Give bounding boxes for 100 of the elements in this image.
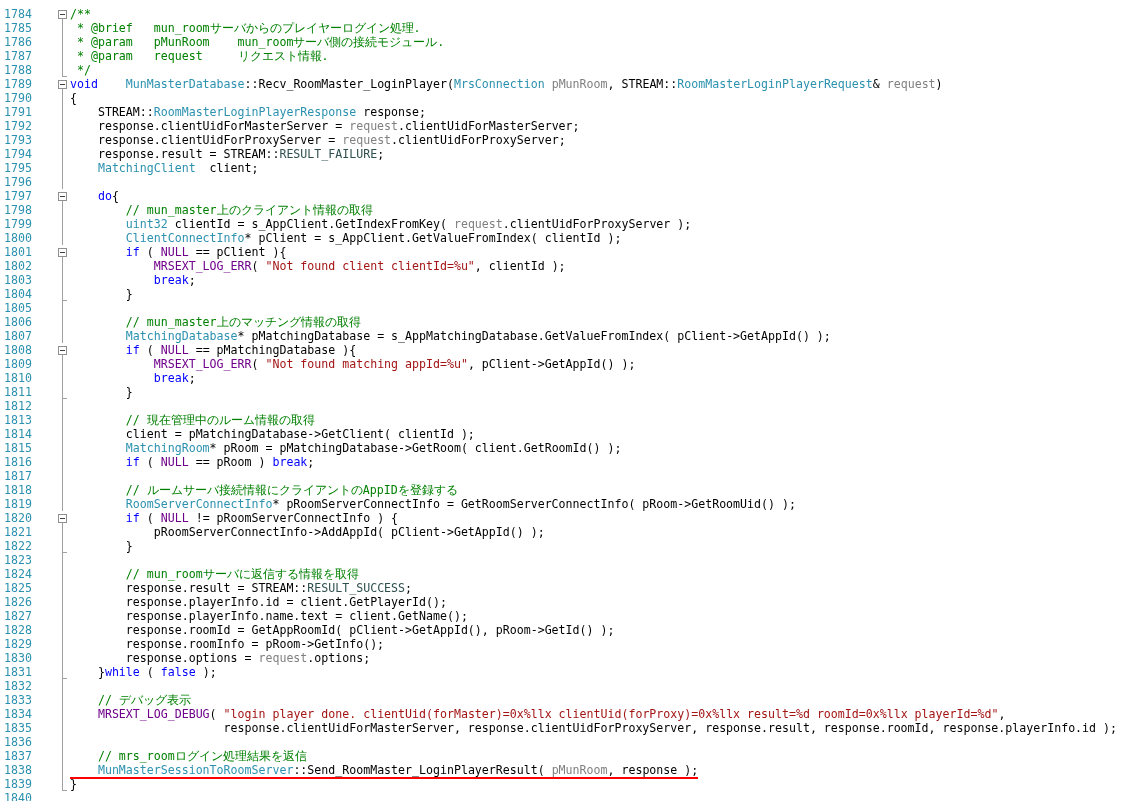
code-line: MatchingRoom* pRoom = pMatchingDatabase->GetRoom( client.GetRoomId() ); xyxy=(124,441,622,455)
code-line: if ( NULL != pRoomServerConnectInfo ) { xyxy=(124,511,399,525)
line-number: 1813 xyxy=(3,413,33,427)
code-line: if ( NULL == pRoom ) break; xyxy=(124,455,315,469)
line-number: 1831 xyxy=(3,665,33,679)
code-line: // mun_roomサーバに返信する情報を取得 xyxy=(124,567,359,581)
line-number: 1811 xyxy=(3,385,33,399)
code-line: response.roomId = GetAppRoomId( pClient->GetAppId(), pRoom->GetId() ); xyxy=(124,623,615,637)
line-number: 1820 xyxy=(3,511,33,525)
code-line: response.roomInfo = pRoom->GetInfo(); xyxy=(124,637,385,651)
line-number: 1815 xyxy=(3,441,33,455)
code-line: } xyxy=(124,539,133,553)
code-line: { xyxy=(70,91,77,105)
line-number: 1821 xyxy=(3,525,33,539)
code-line: }while ( false ); xyxy=(96,665,217,679)
line-number: 1833 xyxy=(3,693,33,707)
line-number: 1809 xyxy=(3,357,33,371)
code-line: ClientConnectInfo* pClient = s_AppClient.GetValueFromIndex( clientId ); xyxy=(124,231,622,245)
line-number: 1794 xyxy=(3,147,33,161)
line-number: 1793 xyxy=(3,133,33,147)
code-line: * @param request リクエスト情報. xyxy=(75,49,329,63)
line-number: 1834 xyxy=(3,707,33,721)
collapse-icon[interactable] xyxy=(58,192,67,201)
code-line: } xyxy=(70,777,77,791)
code-line: } xyxy=(124,385,133,399)
line-number: 1799 xyxy=(3,217,33,231)
code-line: void MunMasterDatabase::Recv_RoomMaster_LoginPlayer(MrsConnection pMunRoom, STREAM::RoomMasterLoginPlayerRequest& request) xyxy=(70,77,943,91)
line-number: 1837 xyxy=(3,749,33,763)
code-line: do{ xyxy=(96,189,119,203)
code-line: * @brief mun_roomサーバからのプレイヤーログイン処理. xyxy=(75,21,421,35)
code-line: MRSEXT_LOG_ERR( "Not found matching appId=%u", pClient->GetAppId() ); xyxy=(152,357,636,371)
code-line: // mun_master上のクライアント情報の取得 xyxy=(124,203,373,217)
code-line: STREAM::RoomMasterLoginPlayerResponse response; xyxy=(96,105,426,119)
line-number: 1800 xyxy=(3,231,33,245)
collapse-icon[interactable] xyxy=(58,248,67,257)
collapse-icon[interactable] xyxy=(58,10,67,19)
code-line: */ xyxy=(75,63,91,77)
collapse-icon[interactable] xyxy=(58,346,67,355)
line-number: 1806 xyxy=(3,315,33,329)
line-number: 1818 xyxy=(3,483,33,497)
code-line: response.clientUidForMasterServer = request.clientUidForMasterServer; xyxy=(96,119,580,133)
line-number: 1838 xyxy=(3,763,33,777)
code-line: * @param pMunRoom mun_roomサーバ側の接続モジュール. xyxy=(75,35,445,49)
code-line: break; xyxy=(152,273,196,287)
line-number: 1808 xyxy=(3,343,33,357)
line-number: 1829 xyxy=(3,637,33,651)
code-line: MatchingClient client; xyxy=(96,161,259,175)
line-number: 1836 xyxy=(3,735,33,749)
line-number: 1789 xyxy=(3,77,33,91)
line-number: 1787 xyxy=(3,49,33,63)
code-line: MRSEXT_LOG_ERR( "Not found client clientId=%u", clientId ); xyxy=(152,259,566,273)
code-line: pRoomServerConnectInfo->AddAppId( pClient->GetAppId() ); xyxy=(152,525,545,539)
line-number: 1792 xyxy=(3,119,33,133)
line-number: 1796 xyxy=(3,175,33,189)
line-number: 1822 xyxy=(3,539,33,553)
line-number: 1786 xyxy=(3,35,33,49)
line-number: 1802 xyxy=(3,259,33,273)
code-line: response.result = STREAM::RESULT_SUCCESS; xyxy=(124,581,413,595)
collapse-icon[interactable] xyxy=(58,80,67,89)
code-line: // mrs_roomログイン処理結果を返信 xyxy=(96,749,307,763)
code-line: RoomServerConnectInfo* pRoomServerConnectInfo = GetRoomServerConnectInfo( pRoom->GetRoomUid() ); xyxy=(124,497,796,511)
code-line: uint32 clientId = s_AppClient.GetIndexFromKey( request.clientUidForProxyServer ); xyxy=(124,217,692,231)
code-line: MunMasterSessionToRoomServer::Send_RoomMaster_LoginPlayerResult( pMunRoom, response ); xyxy=(96,763,699,777)
code-line: response.clientUidForMasterServer, response.clientUidForProxyServer, response.result, response.roomId, response.playerInfo.id ); xyxy=(222,721,1117,735)
line-number: 1823 xyxy=(3,553,33,567)
line-number: 1798 xyxy=(3,203,33,217)
code-line: response.options = request.options; xyxy=(124,651,371,665)
line-number: 1805 xyxy=(3,301,33,315)
code-line: } xyxy=(124,287,133,301)
line-number: 1827 xyxy=(3,609,33,623)
line-number: 1797 xyxy=(3,189,33,203)
line-number: 1816 xyxy=(3,455,33,469)
line-number: 1835 xyxy=(3,721,33,735)
line-number: 1803 xyxy=(3,273,33,287)
line-number: 1801 xyxy=(3,245,33,259)
code-line: // ルームサーバ接続情報にクライアントのAppIDを登録する xyxy=(124,483,458,497)
line-number: 1824 xyxy=(3,567,33,581)
code-line: // 現在管理中のルーム情報の取得 xyxy=(124,413,315,427)
line-number: 1807 xyxy=(3,329,33,343)
code-line: // mun_master上のマッチング情報の取得 xyxy=(124,315,361,329)
line-number: 1826 xyxy=(3,595,33,609)
line-number: 1785 xyxy=(3,21,33,35)
line-number: 1810 xyxy=(3,371,33,385)
code-line: response.playerInfo.id = client.GetPlayerId(); xyxy=(124,595,447,609)
line-number: 1825 xyxy=(3,581,33,595)
collapse-icon[interactable] xyxy=(58,514,67,523)
line-number: 1839 xyxy=(3,777,33,791)
code-line: break; xyxy=(152,371,196,385)
line-number: 1819 xyxy=(3,497,33,511)
code-line: MRSEXT_LOG_DEBUG( "login player done. clientUid(forMaster)=0x%llx clientUid(forProxy)=0x%llx result=%d roomId=0x%llx playerId=%d", xyxy=(96,707,1006,721)
code-line: response.clientUidForProxyServer = request.clientUidForProxyServer; xyxy=(96,133,566,147)
code-line: if ( NULL == pMatchingDatabase ){ xyxy=(124,343,357,357)
line-number: 1784 xyxy=(3,7,33,21)
code-line: /** xyxy=(70,7,91,21)
line-number: 1817 xyxy=(3,469,33,483)
line-number: 1790 xyxy=(3,91,33,105)
code-line: client = pMatchingDatabase->GetClient( clientId ); xyxy=(124,427,475,441)
code-line: MatchingDatabase* pMatchingDatabase = s_AppMatchingDatabase.GetValueFromIndex( pClient->GetAppId() ); xyxy=(124,329,831,343)
line-number: 1795 xyxy=(3,161,33,175)
line-number: 1828 xyxy=(3,623,33,637)
